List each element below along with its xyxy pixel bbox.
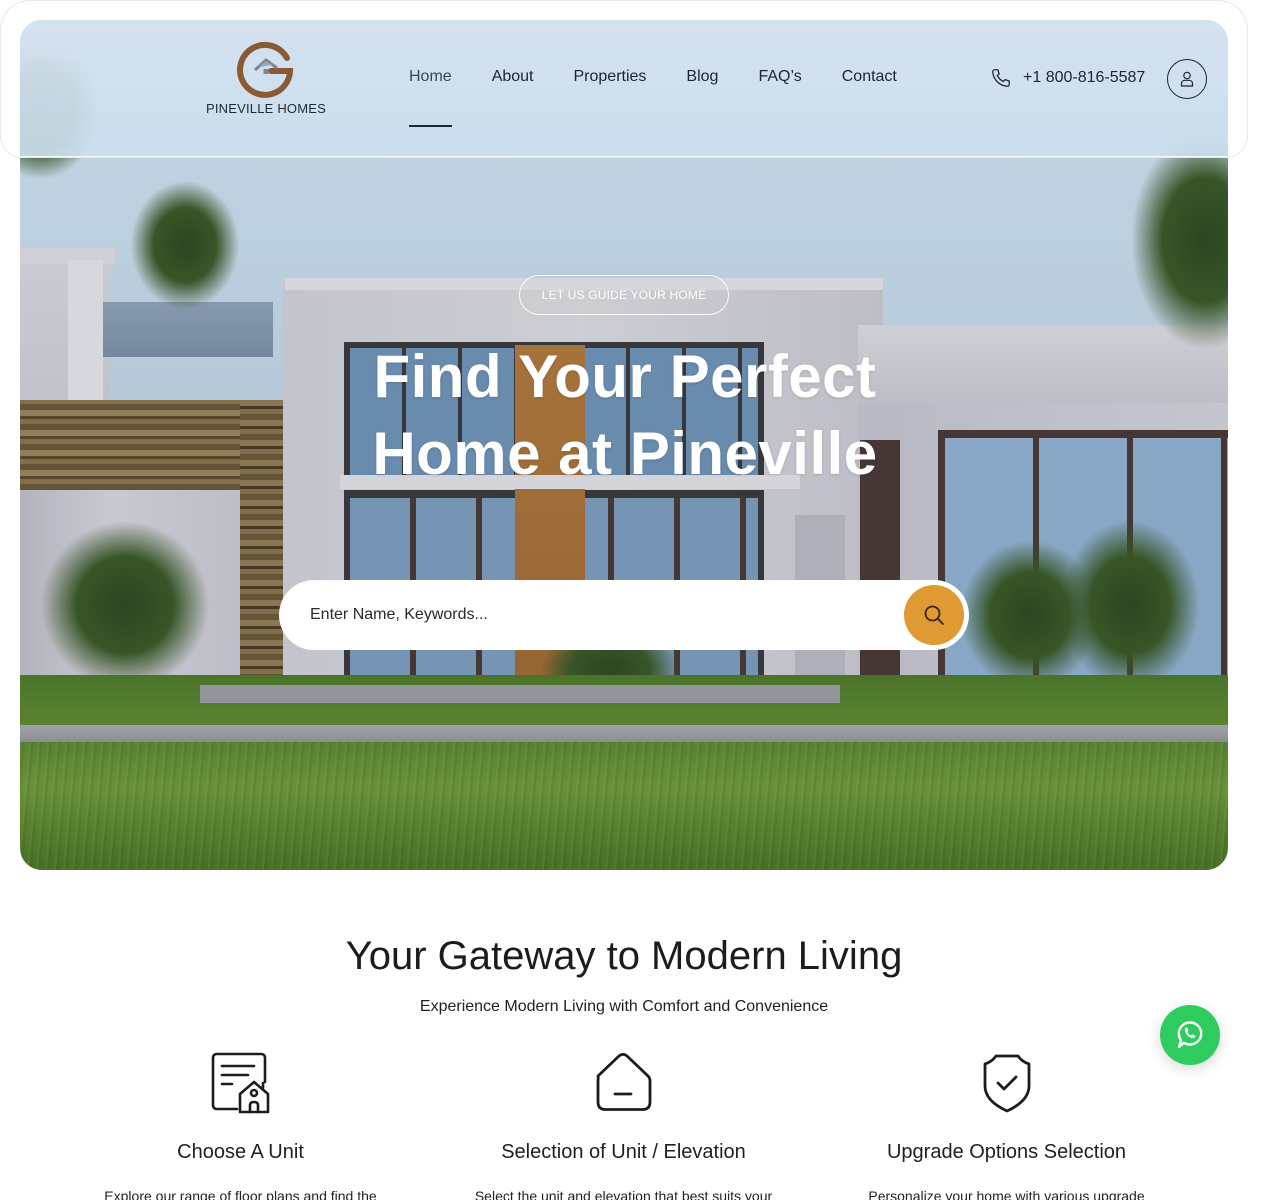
nav-faqs[interactable]: FAQ’s: [758, 68, 801, 86]
nav-home[interactable]: Home: [409, 68, 452, 127]
feature-title: Upgrade Options Selection: [886, 1141, 1127, 1163]
main-nav: Home About Properties Blog FAQ’s Contact: [409, 68, 897, 127]
section-subtitle: Experience Modern Living with Comfort an…: [419, 998, 829, 1015]
search-bar: [279, 580, 969, 650]
feature-card: Choose A Unit Explore our range of floor…: [49, 1050, 432, 1200]
feature-title: Choose A Unit: [177, 1141, 304, 1163]
hero-badge: LET US GUIDE YOUR HOME: [519, 275, 729, 315]
phone-link[interactable]: +1 800-816-5587: [990, 67, 1145, 89]
feature-card: Upgrade Options Selection Personalize yo…: [815, 1050, 1198, 1200]
nav-properties[interactable]: Properties: [574, 68, 647, 86]
user-icon: [1180, 71, 1194, 87]
hero-title-line-2: Home at Pineville: [372, 420, 878, 487]
g-house-logo-icon: [237, 41, 294, 98]
feature-card: Selection of Unit / Elevation Select the…: [432, 1050, 815, 1200]
home-outline-icon: [596, 1052, 651, 1111]
site-logo[interactable]: PINEVILLE HOMES: [204, 36, 328, 120]
feature-description: Personalize your home with various upgra…: [868, 1188, 1145, 1200]
whatsapp-icon: [1177, 1021, 1203, 1049]
logo-text: PINEVILLE HOMES: [205, 101, 327, 116]
search-icon: [924, 605, 944, 625]
search-button[interactable]: [904, 585, 964, 645]
feature-title: Selection of Unit / Elevation: [501, 1141, 746, 1163]
whatsapp-button[interactable]: [1160, 1005, 1220, 1065]
phone-icon: [992, 69, 1010, 87]
feature-description: Select the unit and elevation that best …: [474, 1188, 773, 1200]
user-account-button[interactable]: [1167, 59, 1207, 99]
document-house-icon: [211, 1052, 269, 1114]
feature-description: Explore our range of floor plans and fin…: [104, 1188, 377, 1200]
hero-title: Find Your Perfect Home at Pineville: [330, 338, 920, 492]
section-title: Your Gateway to Modern Living: [345, 934, 903, 978]
hero-title-line-1: Find Your Perfect: [373, 343, 877, 410]
nav-about[interactable]: About: [492, 68, 534, 86]
nav-contact[interactable]: Contact: [842, 68, 897, 86]
search-input[interactable]: [279, 580, 904, 650]
nav-blog[interactable]: Blog: [686, 68, 718, 86]
phone-number: +1 800-816-5587: [1023, 69, 1146, 86]
shield-check-icon: [983, 1054, 1030, 1113]
